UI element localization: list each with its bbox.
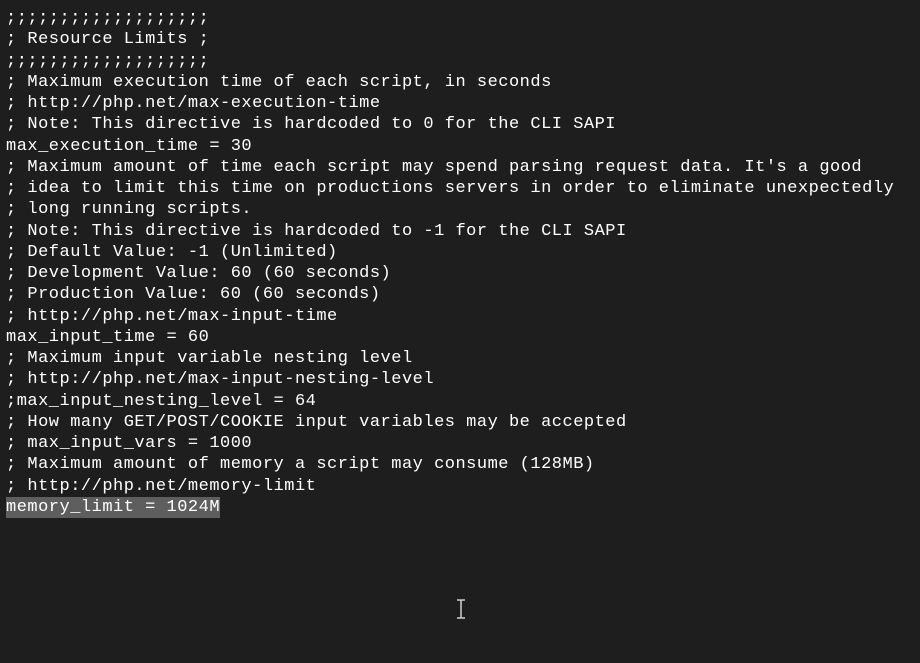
config-setting: ; max_input_vars = 1000	[6, 433, 914, 454]
highlighted-config-line: memory_limit = 1024M	[6, 497, 914, 518]
config-setting: ;max_input_nesting_level = 64	[6, 391, 914, 412]
editing-text: memory_limit = 1024	[6, 497, 209, 518]
config-line: ; Note: This directive is hardcoded to 0…	[6, 114, 914, 135]
config-line: ;;;;;;;;;;;;;;;;;;;	[6, 8, 914, 29]
config-line: ; Maximum input variable nesting level	[6, 348, 914, 369]
config-line: ; Note: This directive is hardcoded to -…	[6, 221, 914, 242]
config-line: ; idea to limit this time on productions…	[6, 178, 914, 199]
editing-cursor-char: M	[209, 497, 220, 518]
config-line: ; Maximum amount of memory a script may …	[6, 454, 914, 475]
config-setting: max_input_time = 60	[6, 327, 914, 348]
config-line: ; long running scripts.	[6, 199, 914, 220]
config-editor[interactable]: ;;;;;;;;;;;;;;;;;;; ; Resource Limits ; …	[6, 8, 914, 518]
config-setting: max_execution_time = 30	[6, 136, 914, 157]
config-line: ; How many GET/POST/COOKIE input variabl…	[6, 412, 914, 433]
config-line: ; Development Value: 60 (60 seconds)	[6, 263, 914, 284]
config-line: ; Maximum amount of time each script may…	[6, 157, 914, 178]
config-line: ; Resource Limits ;	[6, 29, 914, 50]
config-line: ;;;;;;;;;;;;;;;;;;;	[6, 51, 914, 72]
text-cursor-icon	[454, 599, 468, 627]
config-line: ; http://php.net/memory-limit	[6, 476, 914, 497]
config-line: ; http://php.net/max-input-nesting-level	[6, 369, 914, 390]
config-line: ; Maximum execution time of each script,…	[6, 72, 914, 93]
config-line: ; Default Value: -1 (Unlimited)	[6, 242, 914, 263]
config-line: ; http://php.net/max-input-time	[6, 306, 914, 327]
config-line: ; http://php.net/max-execution-time	[6, 93, 914, 114]
config-line: ; Production Value: 60 (60 seconds)	[6, 284, 914, 305]
